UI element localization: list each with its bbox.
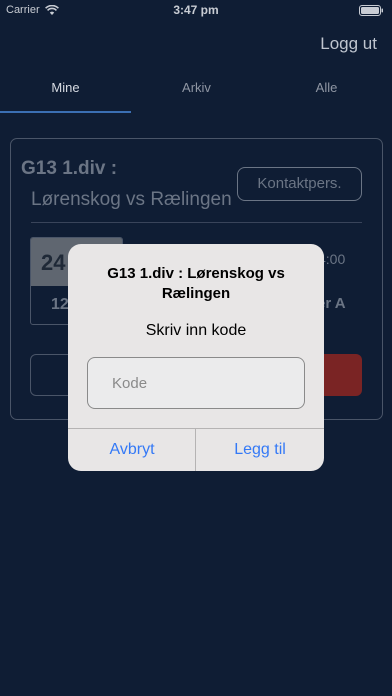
card-action-button-right[interactable] [318, 354, 362, 396]
contact-person-button[interactable]: Kontaktpers. [237, 167, 362, 201]
tab-bar: Mine Arkiv Alle [0, 70, 392, 114]
tab-indicator [0, 111, 131, 113]
add-button[interactable]: Legg til [196, 429, 324, 471]
cancel-button[interactable]: Avbryt [68, 429, 196, 471]
battery-icon [359, 5, 383, 16]
status-time: 3:47 pm [173, 3, 219, 17]
dialog-title: G13 1.div : Lørenskog vs Rælingen [107, 265, 285, 302]
tab-alle[interactable]: Alle [261, 80, 392, 95]
dialog-message: Skriv inn kode [145, 322, 247, 339]
logout-button[interactable]: Logg ut [320, 34, 377, 54]
match-title: G13 1.div : [21, 158, 118, 179]
date-month: 12 [51, 296, 69, 313]
code-dialog: G13 1.div : Lørenskog vs Rælingen Skriv … [68, 244, 324, 471]
card-divider [31, 222, 362, 223]
match-teams: Lørenskog vs Rælingen [31, 189, 232, 210]
tab-mine[interactable]: Mine [0, 80, 131, 95]
status-bar: Carrier 3:47 pm [0, 0, 392, 22]
tab-arkiv[interactable]: Arkiv [131, 80, 262, 95]
code-input[interactable] [87, 357, 305, 409]
